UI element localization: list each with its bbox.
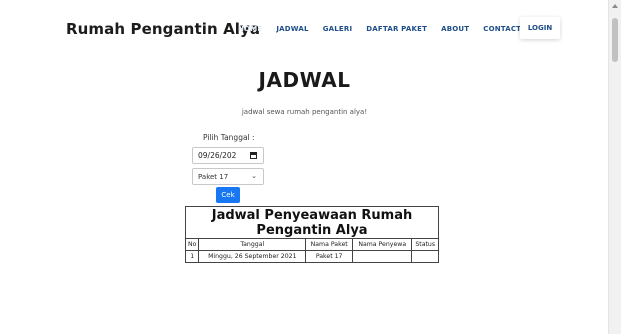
check-button[interactable]: Cek bbox=[216, 187, 240, 203]
table-header-row: No Tanggal Nama Paket Nama Penyewa Statu… bbox=[184, 238, 439, 251]
header-status: Status bbox=[411, 238, 439, 251]
scroll-up-arrow-icon[interactable] bbox=[612, 4, 618, 8]
cell-nama-penyewa bbox=[352, 250, 413, 263]
nav-about[interactable]: ABOUT bbox=[441, 25, 469, 33]
nav-daftar-paket[interactable]: DAFTAR PAKET bbox=[366, 25, 427, 33]
cell-tanggal: Minggu, 26 September 2021 bbox=[198, 250, 307, 263]
nav-galeri[interactable]: GALERI bbox=[323, 25, 353, 33]
package-select[interactable]: Paket 17 ⌄ bbox=[192, 168, 264, 185]
main-nav: HOME JADWAL GALERI DAFTAR PAKET ABOUT CO… bbox=[238, 25, 535, 33]
cell-no: 1 bbox=[184, 250, 200, 263]
header-no: No bbox=[184, 238, 200, 251]
login-button[interactable]: LOGIN bbox=[520, 17, 560, 39]
page-subtitle: jadwal sewa rumah pengantin alya! bbox=[241, 108, 368, 116]
schedule-table: Jadwal Penyeawaan Rumah Pengantin Alya N… bbox=[184, 206, 439, 263]
package-selected-value: Paket 17 bbox=[198, 172, 229, 181]
brand-logo[interactable]: Rumah Pengantin Alya bbox=[66, 20, 260, 38]
cell-status bbox=[411, 250, 439, 263]
schedule-grid: No Tanggal Nama Paket Nama Penyewa Statu… bbox=[184, 238, 439, 263]
date-value: 09/26/202 bbox=[198, 151, 237, 160]
header-nama-penyewa: Nama Penyewa bbox=[352, 238, 413, 251]
calendar-icon[interactable] bbox=[250, 152, 257, 159]
page-title: JADWAL bbox=[258, 68, 351, 92]
date-input[interactable]: 09/26/202 bbox=[192, 147, 264, 164]
nav-jadwal[interactable]: JADWAL bbox=[276, 25, 308, 33]
cell-nama-paket: Paket 17 bbox=[305, 250, 354, 263]
header-nama-paket: Nama Paket bbox=[305, 238, 354, 251]
nav-home[interactable]: HOME bbox=[238, 25, 262, 33]
chevron-down-icon: ⌄ bbox=[251, 172, 257, 180]
date-label: Pilih Tanggal : bbox=[203, 133, 255, 142]
table-row: 1 Minggu, 26 September 2021 Paket 17 bbox=[184, 250, 439, 263]
table-caption: Jadwal Penyeawaan Rumah Pengantin Alya bbox=[185, 206, 439, 238]
page-scrollbar[interactable] bbox=[608, 0, 621, 334]
nav-contact[interactable]: CONTACT bbox=[483, 25, 521, 33]
scrollbar-thumb[interactable] bbox=[612, 18, 618, 62]
header-tanggal: Tanggal bbox=[198, 238, 307, 251]
page: Rumah Pengantin Alya HOME JADWAL GALERI … bbox=[0, 0, 609, 334]
